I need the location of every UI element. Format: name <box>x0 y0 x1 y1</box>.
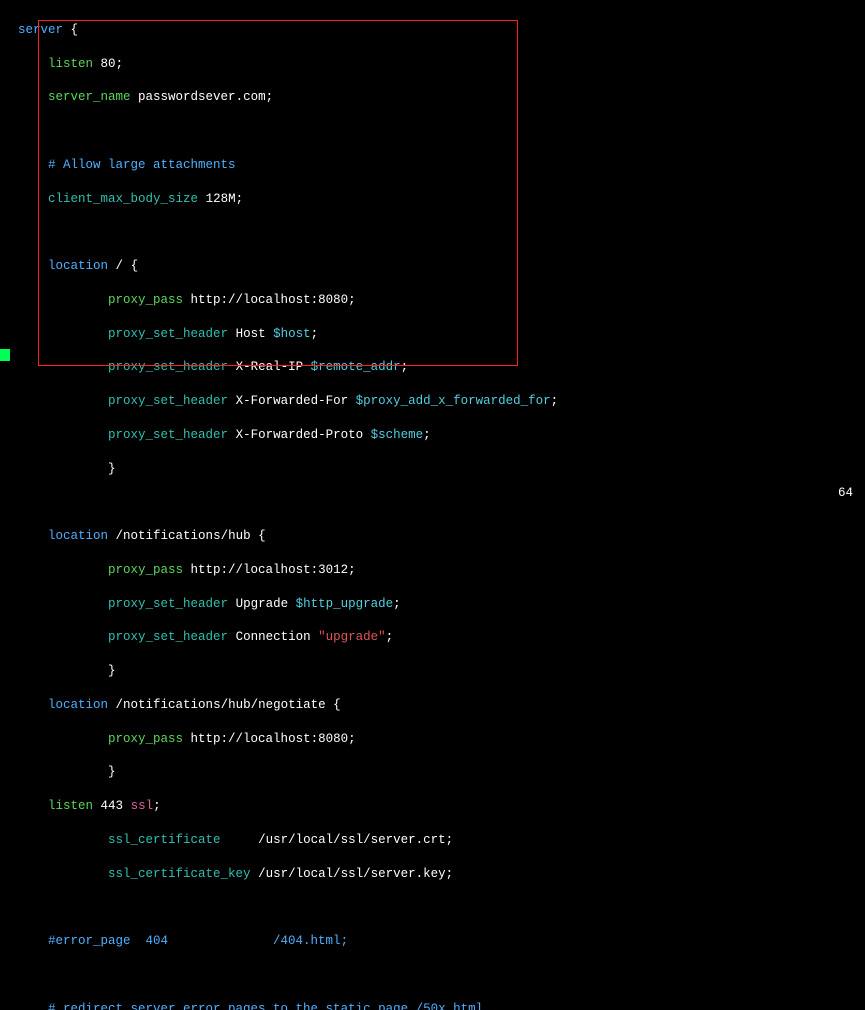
code-line <box>0 494 865 511</box>
code-line <box>0 224 865 241</box>
keyword-server: server <box>18 23 63 37</box>
code-line: } <box>0 764 865 781</box>
code-line: proxy_pass http://localhost:8080; <box>0 292 865 309</box>
code-line: ssl_certificate_key /usr/local/ssl/serve… <box>0 866 865 883</box>
code-line <box>0 899 865 916</box>
cursor-indicator <box>0 349 10 361</box>
code-line: proxy_pass http://localhost:3012; <box>0 562 865 579</box>
code-line: client_max_body_size 128M; <box>0 191 865 208</box>
code-line: proxy_set_header X-Real-IP $remote_addr; <box>0 359 865 376</box>
code-line <box>0 967 865 984</box>
code-editor[interactable]: server { listen 80; server_name password… <box>0 0 865 1010</box>
code-line: server_name passwordsever.com; <box>0 89 865 106</box>
code-line: proxy_set_header X-Forwarded-For $proxy_… <box>0 393 865 410</box>
code-line: } <box>0 461 865 478</box>
code-line <box>0 123 865 140</box>
code-line: proxy_set_header X-Forwarded-Proto $sche… <box>0 427 865 444</box>
code-line: proxy_set_header Upgrade $http_upgrade; <box>0 596 865 613</box>
code-line: proxy_set_header Host $host; <box>0 326 865 343</box>
code-line: server { <box>0 22 865 39</box>
code-line: proxy_set_header Connection "upgrade"; <box>0 629 865 646</box>
code-line: proxy_pass http://localhost:8080; <box>0 731 865 748</box>
code-line: location /notifications/hub/negotiate { <box>0 697 865 714</box>
code-line: #error_page 404 /404.html; <box>0 933 865 950</box>
code-line: listen 80; <box>0 56 865 73</box>
code-line: # redirect server error pages to the sta… <box>0 1001 865 1010</box>
code-line: location / { <box>0 258 865 275</box>
code-line: ssl_certificate /usr/local/ssl/server.cr… <box>0 832 865 849</box>
code-line: listen 443 ssl; <box>0 798 865 815</box>
code-line: } <box>0 663 865 680</box>
code-line: # Allow large attachments <box>0 157 865 174</box>
status-linecount: 64 <box>838 485 853 502</box>
code-line: location /notifications/hub { <box>0 528 865 545</box>
